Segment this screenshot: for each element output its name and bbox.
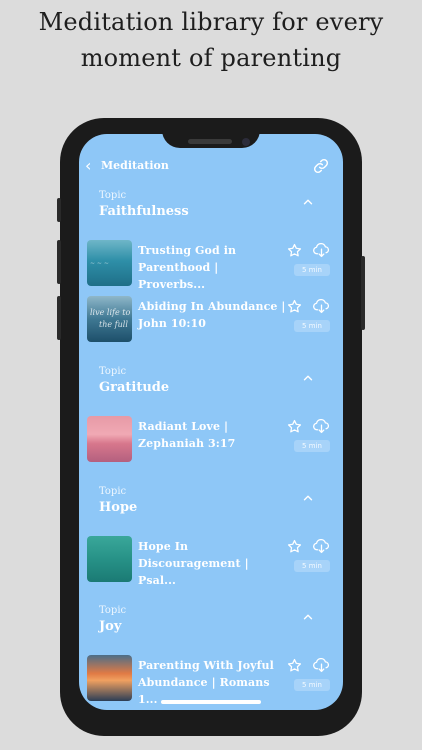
- nav-title: Meditation: [101, 159, 169, 172]
- meditation-title: Radiant Love | Zephaniah 3:17: [138, 420, 236, 450]
- meditation-thumbnail: [87, 655, 132, 701]
- link-icon[interactable]: [313, 158, 329, 174]
- headline-line-2: moment of parenting: [80, 44, 342, 72]
- meditation-title: Hope In Discouragement | Psal...: [138, 540, 249, 587]
- topic-label: Topic: [99, 366, 127, 377]
- star-icon[interactable]: [287, 243, 302, 258]
- duration-badge: 5 min: [294, 264, 330, 276]
- topic-header-faithfulness[interactable]: Topic Faithfulness: [79, 189, 343, 229]
- marketing-headline: Meditation library for every moment of p…: [0, 4, 422, 76]
- duration-badge: 5 min: [294, 320, 330, 332]
- phone-screen: ‹ Meditation Topic Faithfulness ~ ~ ~ Tr…: [79, 134, 343, 710]
- download-icon[interactable]: [313, 658, 330, 673]
- chevron-up-icon[interactable]: [301, 371, 315, 385]
- topic-name: Faithfulness: [99, 204, 189, 219]
- star-icon[interactable]: [287, 299, 302, 314]
- duration-badge: 5 min: [294, 440, 330, 452]
- topic-header-hope[interactable]: Topic Hope: [79, 485, 343, 525]
- meditation-item[interactable]: live life to the full Abiding In Abundan…: [79, 296, 343, 346]
- star-icon[interactable]: [287, 658, 302, 673]
- phone-camera: [242, 138, 250, 146]
- meditation-item[interactable]: Radiant Love | Zephaniah 3:17 5 min: [79, 416, 343, 466]
- duration-badge: 5 min: [294, 560, 330, 572]
- download-icon[interactable]: [313, 299, 330, 314]
- topic-name: Joy: [99, 619, 122, 634]
- chevron-left-icon[interactable]: ‹: [85, 154, 91, 178]
- headline-line-1: Meditation library for every: [38, 8, 384, 36]
- meditation-title: Trusting God in Parenthood | Proverbs...: [138, 244, 237, 291]
- phone-side-button: [57, 198, 61, 222]
- download-icon[interactable]: [313, 419, 330, 434]
- meditation-title: Abiding In Abundance | John 10:10: [138, 300, 286, 330]
- topic-header-gratitude[interactable]: Topic Gratitude: [79, 365, 343, 405]
- phone-volume-up: [57, 240, 61, 284]
- chevron-up-icon[interactable]: [301, 195, 315, 209]
- star-icon[interactable]: [287, 539, 302, 554]
- star-icon[interactable]: [287, 419, 302, 434]
- chevron-up-icon[interactable]: [301, 610, 315, 624]
- meditation-thumbnail: [87, 536, 132, 582]
- duration-badge: 5 min: [294, 679, 330, 691]
- home-indicator[interactable]: [161, 700, 261, 704]
- meditation-thumbnail: [87, 416, 132, 462]
- meditation-thumbnail: live life to the full: [87, 296, 132, 342]
- topic-label: Topic: [99, 486, 127, 497]
- topic-name: Hope: [99, 500, 138, 515]
- download-icon[interactable]: [313, 243, 330, 258]
- topic-name: Gratitude: [99, 380, 170, 395]
- download-icon[interactable]: [313, 539, 330, 554]
- phone-volume-down: [57, 296, 61, 340]
- meditation-item[interactable]: Parenting With Joyful Abundance | Romans…: [79, 655, 343, 706]
- meditation-item[interactable]: ~ ~ ~ Trusting God in Parenthood | Prove…: [79, 240, 343, 291]
- meditation-item[interactable]: Hope In Discouragement | Psal... 5 min: [79, 536, 343, 587]
- chevron-up-icon[interactable]: [301, 491, 315, 505]
- topic-label: Topic: [99, 190, 127, 201]
- phone-speaker: [188, 139, 232, 144]
- topic-label: Topic: [99, 605, 127, 616]
- topic-header-joy[interactable]: Topic Joy: [79, 604, 343, 644]
- meditation-thumbnail: ~ ~ ~: [87, 240, 132, 286]
- nav-bar: ‹ Meditation: [79, 154, 343, 178]
- phone-power-button: [361, 256, 365, 330]
